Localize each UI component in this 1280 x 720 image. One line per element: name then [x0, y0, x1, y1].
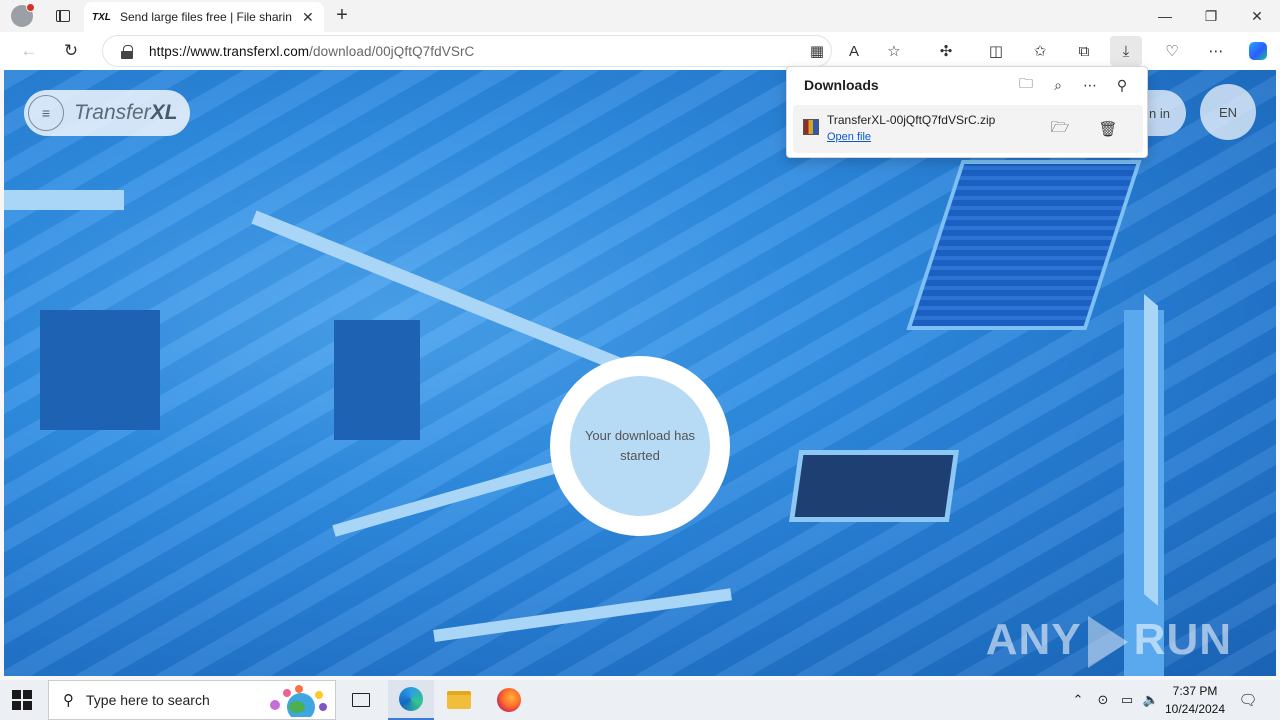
- apps-icon[interactable]: ▦: [801, 36, 833, 66]
- menu-button[interactable]: ≡: [28, 95, 64, 131]
- profile-avatar[interactable]: [11, 3, 35, 27]
- background-doorway: [40, 310, 160, 430]
- clock-time: 7:37 PM: [1172, 684, 1218, 698]
- taskbar-firefox[interactable]: [486, 680, 532, 720]
- open-file-link[interactable]: Open file: [827, 131, 871, 143]
- logo-text-bold: XL: [150, 101, 178, 124]
- tab-actions-icon: [56, 10, 70, 22]
- search-downloads-icon[interactable]: ⌕: [1045, 73, 1071, 97]
- zip-archive-icon: [803, 119, 819, 135]
- search-icon: ⚲: [63, 692, 74, 709]
- read-aloud-icon[interactable]: A: [838, 36, 870, 66]
- downloads-flyout: Downloads 🗀 ⌕ ⋯ ⚲ TransferXL-00jQftQ7fdV…: [786, 66, 1148, 158]
- network-icon[interactable]: ▭: [1116, 680, 1138, 720]
- anyrun-watermark: ANY RUN: [986, 615, 1232, 668]
- taskbar-file-explorer[interactable]: [436, 680, 482, 720]
- extensions-icon[interactable]: ✣: [930, 36, 962, 66]
- background-window: [788, 450, 960, 522]
- new-tab-button[interactable]: +: [330, 4, 354, 27]
- clock-date: 10/24/2024: [1164, 702, 1226, 716]
- edge-icon: [399, 687, 423, 711]
- watermark-play-icon: [1087, 616, 1128, 668]
- firefox-icon: [497, 688, 521, 712]
- favorite-star-icon[interactable]: ☆: [878, 36, 910, 66]
- browser-toolbar: ← ↻ https://www.transferxl.com/download/…: [0, 32, 1280, 70]
- taskbar-edge[interactable]: [388, 680, 434, 720]
- task-view-icon: [352, 693, 370, 707]
- search-highlight-icon: [270, 685, 327, 717]
- background-shutter: [906, 160, 1142, 330]
- taskbar-search-placeholder: Type here to search: [86, 692, 210, 708]
- logo-text-main: Transfer: [74, 101, 151, 124]
- meet-now-icon[interactable]: ⊙: [1092, 680, 1114, 720]
- download-item[interactable]: TransferXL-00jQftQ7fdVSrC.zip Open file …: [793, 105, 1143, 153]
- restore-button[interactable]: ❐: [1188, 0, 1234, 32]
- notifications-icon[interactable]: 🗨: [1234, 680, 1262, 720]
- downloads-title: Downloads: [804, 77, 879, 93]
- taskbar-search-box[interactable]: ⚲ Type here to search: [48, 680, 336, 720]
- tab-close-button[interactable]: ✕: [302, 9, 314, 26]
- downloads-more-icon[interactable]: ⋯: [1077, 73, 1103, 97]
- taskbar-clock[interactable]: 7:37 PM 10/24/2024: [1158, 682, 1232, 718]
- chevron-up-icon[interactable]: ⌃: [1068, 680, 1088, 720]
- pin-icon[interactable]: ⚲: [1109, 73, 1135, 97]
- close-window-button[interactable]: ✕: [1234, 0, 1280, 32]
- windows-taskbar: ⚲ Type here to search ⌃ ⊙ ▭ 🔈 7:37 PM 10…: [0, 680, 1280, 720]
- favorites-icon[interactable]: ✩: [1024, 36, 1056, 66]
- tab-favicon: TXL: [92, 11, 111, 23]
- url-text[interactable]: https://www.transferxl.com/download/00jQ…: [149, 44, 474, 59]
- windows-start-icon[interactable]: [12, 690, 32, 710]
- download-status-inner: Your download has started: [570, 376, 710, 516]
- background-stair: [332, 456, 576, 537]
- back-button[interactable]: ←: [14, 36, 44, 66]
- collections-icon[interactable]: ⧉: [1068, 36, 1100, 66]
- task-view-button[interactable]: [338, 680, 384, 720]
- tab-active[interactable]: TXL Send large files free | File sharing…: [84, 2, 324, 32]
- minimize-button[interactable]: —: [1142, 0, 1188, 32]
- transferxl-logo[interactable]: TransferXL: [74, 101, 177, 125]
- background-stair: [1144, 294, 1158, 606]
- download-file-name: TransferXL-00jQftQ7fdVSrC.zip: [827, 113, 996, 127]
- background-stair: [4, 190, 124, 210]
- url-path: /download/00jQftQ7fdVSrC: [309, 43, 475, 59]
- language-button[interactable]: EN: [1200, 84, 1256, 140]
- browser-titlebar: TXL Send large files free | File sharing…: [0, 0, 1280, 32]
- background-doorway: [334, 320, 420, 440]
- background-stair: [251, 210, 647, 381]
- background-stair: [433, 588, 732, 642]
- download-status-text: Your download has started: [584, 428, 696, 463]
- show-in-folder-icon[interactable]: 🗁: [1047, 117, 1073, 141]
- watermark-right: RUN: [1133, 614, 1232, 664]
- watermark-left: ANY: [985, 614, 1082, 664]
- downloads-icon[interactable]: ⤓: [1110, 36, 1142, 66]
- browser-essentials-icon[interactable]: ♡: [1156, 36, 1188, 66]
- address-bar[interactable]: https://www.transferxl.com/download/00jQ…: [102, 35, 832, 67]
- tab-title: Send large files free | File sharing: [120, 10, 292, 24]
- copilot-icon[interactable]: [1242, 36, 1274, 66]
- lock-icon[interactable]: [121, 44, 133, 59]
- open-downloads-folder-icon[interactable]: 🗀: [1013, 73, 1039, 97]
- refresh-button[interactable]: ↻: [56, 36, 86, 66]
- delete-icon[interactable]: 🗑: [1095, 117, 1121, 141]
- split-screen-icon[interactable]: ◫: [980, 36, 1012, 66]
- file-explorer-icon: [447, 691, 471, 709]
- url-host: https://www.transferxl.com: [149, 43, 310, 59]
- download-status-ring: Your download has started: [550, 356, 730, 536]
- site-header-logo: ≡ TransferXL: [24, 90, 190, 136]
- tab-actions-button[interactable]: [49, 2, 77, 30]
- more-icon[interactable]: ⋯: [1200, 36, 1232, 66]
- page-content: ≡ TransferXL n in EN Your download has s…: [4, 70, 1276, 676]
